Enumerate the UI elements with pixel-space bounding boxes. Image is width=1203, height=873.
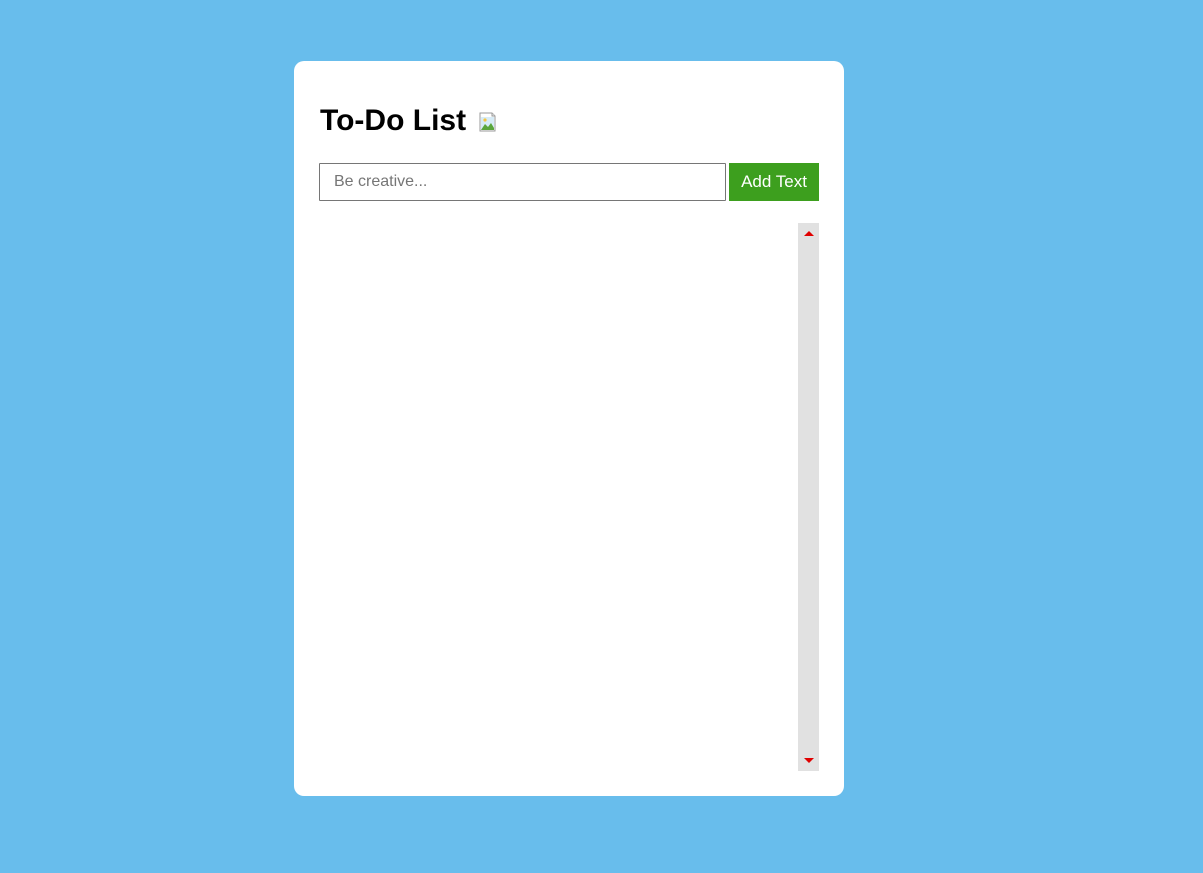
todo-card: To-Do List Add Text xyxy=(294,61,844,796)
add-text-button[interactable]: Add Text xyxy=(729,163,819,201)
page-title: To-Do List xyxy=(320,104,467,137)
title-row: To-Do List xyxy=(320,101,499,141)
scroll-up-arrow-icon xyxy=(803,231,814,236)
scroll-up-button[interactable] xyxy=(798,223,819,244)
todo-text-input[interactable] xyxy=(319,163,726,201)
todo-list xyxy=(319,223,819,771)
scroll-down-button[interactable] xyxy=(798,750,819,771)
scroll-down-arrow-icon xyxy=(803,758,814,763)
add-item-form: Add Text xyxy=(319,163,819,201)
list-scrollbar[interactable] xyxy=(798,223,819,771)
broken-image-icon xyxy=(479,112,499,132)
